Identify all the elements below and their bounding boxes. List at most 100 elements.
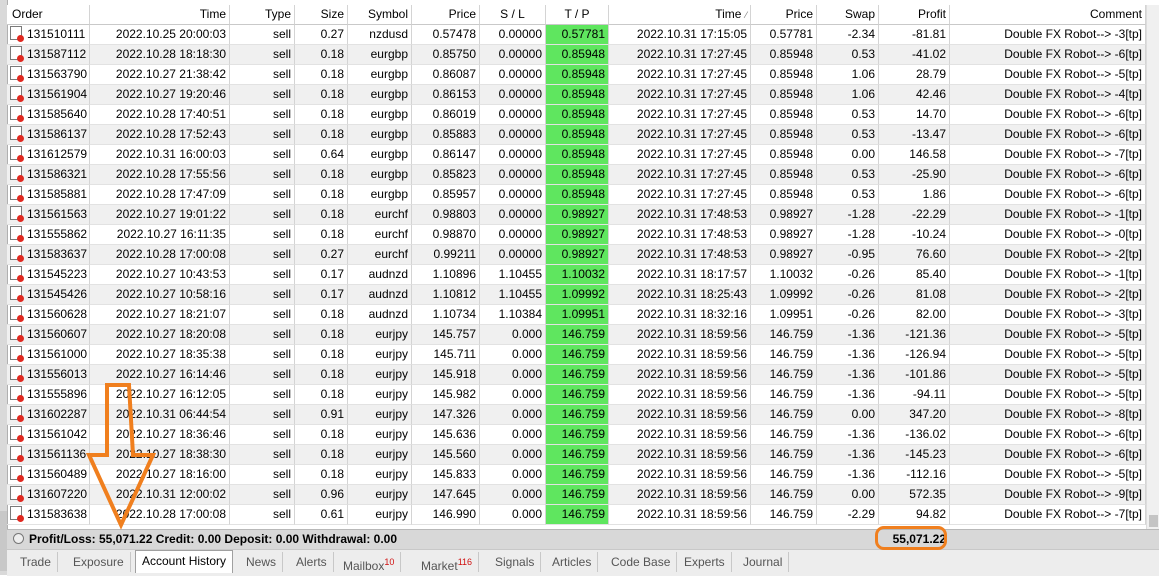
cell-type: sell [230,505,295,525]
tab-news[interactable]: News [240,552,284,572]
cell-comment: Double FX Robot--> -2[tp] [950,245,1146,265]
table-row[interactable]: 131583638 2022.10.28 17:00:08 sell 0.61 eurj… [7,505,1146,525]
cell-close-time: 2022.10.31 18:59:56 [609,445,751,465]
cell-type: sell [230,265,295,285]
cell-comment: Double FX Robot--> -5[tp] [950,65,1146,85]
table-row[interactable]: 131545223 2022.10.27 10:43:53 sell 0.17 audn… [7,265,1146,285]
cell-symbol: audnzd [348,305,412,325]
cell-swap: -1.28 [817,205,879,225]
header-close-time[interactable]: Time ⁄ [609,5,751,25]
table-row[interactable]: 131586137 2022.10.28 17:52:43 sell 0.18 eurg… [7,125,1146,145]
cell-swap: 1.06 [817,85,879,105]
order-number: 131560628 [27,307,88,321]
cell-tp: 1.10032 [546,265,609,285]
table-row[interactable]: 131586321 2022.10.28 17:55:56 sell 0.18 eurg… [7,165,1146,185]
tab-trade[interactable]: Trade [14,552,58,572]
header-type[interactable]: Type [230,5,295,25]
header-open-price[interactable]: Price [412,5,480,25]
cell-tp: 1.09951 [546,305,609,325]
cell-close-time: 2022.10.31 17:27:45 [609,65,751,85]
table-row[interactable]: 131555896 2022.10.27 16:12:05 sell 0.18 eurj… [7,385,1146,405]
table-row[interactable]: 131560628 2022.10.27 18:21:07 sell 0.18 audn… [7,305,1146,325]
closed-order-icon [10,166,24,182]
tab-alerts[interactable]: Alerts [290,552,334,572]
header-order[interactable]: Order [7,5,90,25]
table-row[interactable]: 131612579 2022.10.31 16:00:03 sell 0.64 eurg… [7,145,1146,165]
header-close-price[interactable]: Price [751,5,817,25]
table-row[interactable]: 131561904 2022.10.27 19:20:46 sell 0.18 eurg… [7,85,1146,105]
table-row[interactable]: 131561000 2022.10.27 18:35:38 sell 0.18 eurj… [7,345,1146,365]
table-row[interactable]: 131561042 2022.10.27 18:36:46 sell 0.18 eurj… [7,425,1146,445]
cell-order: 131561042 [7,425,90,445]
tab-exposure[interactable]: Exposure [67,552,131,572]
header-comment[interactable]: Comment [950,5,1146,25]
tab-account-history[interactable]: Account History [135,550,234,573]
order-number: 131585640 [27,107,88,121]
cell-price: 145.757 [412,325,480,345]
tab-label: Articles [552,555,592,569]
table-row[interactable]: 131545426 2022.10.27 10:58:16 sell 0.17 audn… [7,285,1146,305]
table-row[interactable]: 131602287 2022.10.31 06:44:54 sell 0.91 eurj… [7,405,1146,425]
tab-experts[interactable]: Experts [678,552,732,572]
cell-size: 0.18 [295,445,348,465]
cell-time: 2022.10.28 17:40:51 [90,105,230,125]
table-row[interactable]: 131510111 2022.10.25 20:00:03 sell 0.27 nzdu… [7,25,1146,45]
closed-order-icon [10,506,24,522]
cell-time: 2022.10.27 16:11:35 [90,225,230,245]
cell-size: 0.18 [295,365,348,385]
cell-close-time: 2022.10.31 18:59:56 [609,485,751,505]
cell-comment: Double FX Robot--> -6[tp] [950,425,1146,445]
table-row[interactable]: 131555862 2022.10.27 16:11:35 sell 0.18 eurc… [7,225,1146,245]
header-profit[interactable]: Profit [879,5,950,25]
order-number: 131583637 [27,247,88,261]
tab-label: Account History [142,554,227,568]
table-row[interactable]: 131561136 2022.10.27 18:38:30 sell 0.18 eurj… [7,445,1146,465]
cell-order: 131510111 [7,25,90,45]
order-number: 131555896 [27,387,88,401]
closed-order-icon [10,286,24,302]
cell-order: 131587112 [7,45,90,65]
cell-profit: 76.60 [879,245,950,265]
order-number: 131583638 [27,507,88,521]
table-row[interactable]: 131585881 2022.10.28 17:47:09 sell 0.18 eurg… [7,185,1146,205]
cell-order: 131561904 [7,85,90,105]
table-row[interactable]: 131556013 2022.10.27 16:14:46 sell 0.18 eurj… [7,365,1146,385]
header-symbol[interactable]: Symbol [348,5,412,25]
cell-size: 0.64 [295,145,348,165]
table-row[interactable]: 131585640 2022.10.28 17:40:51 sell 0.18 eurg… [7,105,1146,125]
header-size[interactable]: Size [295,5,348,25]
tab-mailbox[interactable]: Mailbox10 [337,552,402,573]
header-swap[interactable]: Swap [817,5,879,25]
order-number: 131607220 [27,487,88,501]
table-row[interactable]: 131560489 2022.10.27 18:16:00 sell 0.18 eurj… [7,465,1146,485]
tab-code-base[interactable]: Code Base [605,552,678,572]
tab-journal[interactable]: Journal [737,552,790,572]
tab-signals[interactable]: Signals [489,552,542,572]
vertical-scrollbar[interactable] [1146,5,1159,531]
table-row[interactable]: 131607220 2022.10.31 12:00:02 sell 0.96 eurj… [7,485,1146,505]
cell-time: 2022.10.31 16:00:03 [90,145,230,165]
table-row[interactable]: 131560607 2022.10.27 18:20:08 sell 0.18 eurj… [7,325,1146,345]
table-row[interactable]: 131587112 2022.10.28 18:18:30 sell 0.18 eurg… [7,45,1146,65]
cell-time: 2022.10.31 12:00:02 [90,485,230,505]
header-sl[interactable]: S / L [480,5,546,25]
cell-size: 0.27 [295,245,348,265]
cell-order: 131561563 [7,205,90,225]
header-open-time[interactable]: Time [90,5,230,25]
cell-tp: 0.85948 [546,65,609,85]
cell-tp: 0.85948 [546,105,609,125]
tab-articles[interactable]: Articles [546,552,599,572]
tab-label: News [246,555,277,569]
table-row[interactable]: 131561563 2022.10.27 19:01:22 sell 0.18 eurc… [7,205,1146,225]
cell-close-time: 2022.10.31 17:27:45 [609,45,751,65]
closed-order-icon [10,106,24,122]
cell-profit: -112.16 [879,465,950,485]
cell-close-price: 0.98927 [751,205,817,225]
table-row[interactable]: 131563790 2022.10.27 21:38:42 sell 0.18 eurg… [7,65,1146,85]
scrollbar-thumb[interactable] [1149,515,1158,527]
cell-profit: 42.46 [879,85,950,105]
tab-market[interactable]: Market116 [415,552,480,573]
header-tp[interactable]: T / P [546,5,609,25]
table-row[interactable]: 131583637 2022.10.28 17:00:08 sell 0.27 eurc… [7,245,1146,265]
cell-type: sell [230,405,295,425]
